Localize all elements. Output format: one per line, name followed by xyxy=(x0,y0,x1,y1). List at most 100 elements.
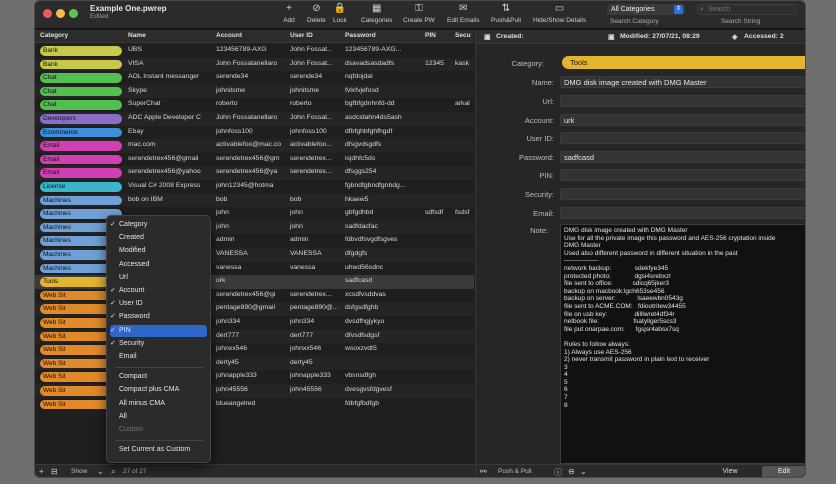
table-row[interactable]: Web Sit serendetrex456@gi serendetrex... xc… xyxy=(35,289,474,303)
info-icon[interactable]: ⓘ xyxy=(554,467,562,477)
menu-item[interactable]: Created xyxy=(107,232,210,245)
menu-item-label: Accessed xyxy=(119,260,150,268)
table-row[interactable]: Web Sit john334 john334 dvsdfhgjykyu xyxy=(35,316,474,330)
column-header[interactable]: User ID xyxy=(290,32,313,39)
table-row[interactable]: Web Sit johnapple333 johnapple333 vbsnsdfgh xyxy=(35,370,474,384)
userid-field[interactable] xyxy=(560,132,805,144)
table-row[interactable]: Machines admin admin fdbvdfsvgdfsgves xyxy=(35,234,474,248)
table-row[interactable]: License Visual C# 2008 Express john12345@h… xyxy=(35,180,474,194)
detail-panel: ▣ Created: ▣ Modified: 27/07/21, 08:29 ◈… xyxy=(475,30,805,477)
column-header[interactable]: Name xyxy=(128,32,146,39)
menu-item[interactable]: Compact xyxy=(107,371,210,384)
table-row[interactable]: Chat AOL Instant messanger serende34 serend… xyxy=(35,71,474,85)
note-line: DMG Master xyxy=(564,242,601,250)
search-input[interactable]: ⌕ Search xyxy=(697,4,797,15)
menu-item[interactable]: ✓ PIN xyxy=(110,324,207,338)
security-field[interactable] xyxy=(560,188,805,200)
column-header[interactable]: Password xyxy=(345,32,376,39)
table-row[interactable]: Web Sit john45556 john45556 dvesgvsfdgvesf xyxy=(35,384,474,398)
toolbar-button[interactable]: ▦ Categories xyxy=(361,3,392,24)
menu-item[interactable]: All xyxy=(107,411,210,424)
minimize-window-button[interactable] xyxy=(56,9,65,18)
table-row[interactable]: Chat SuperChat roberto roberto bgfbfgdnhnfd-… xyxy=(35,98,474,112)
chevron-down-icon[interactable]: ⌄ xyxy=(97,467,104,476)
close-window-button[interactable] xyxy=(43,9,52,18)
table-cell: kask xyxy=(455,59,469,67)
toolbar-button[interactable]: 🔒 Lock xyxy=(333,3,347,24)
account-field[interactable]: urk xyxy=(560,114,805,126)
table-cell: Visual C# 2008 Express xyxy=(128,182,201,189)
note-textarea[interactable]: DMG disk image created with DMG Master Us… xyxy=(560,224,805,464)
table-row[interactable]: Ecommerce Ebay johnfoss100 johnfoss100 dfbfg… xyxy=(35,126,474,140)
add-icon[interactable]: + xyxy=(39,467,44,476)
table-row[interactable]: Machines bob on IBM bob bob hkaew5 xyxy=(35,193,474,208)
email-field[interactable] xyxy=(560,207,805,219)
table-row[interactable]: Chat Skype johnitsme johnitsme fvlxfvjefosd xyxy=(35,84,474,99)
table-row[interactable]: Email serendetrex456@gmail serendetrex456@… xyxy=(35,153,474,167)
document-status: Edited xyxy=(90,13,109,20)
toolbar-icon: 🔒 xyxy=(333,3,347,14)
column-header[interactable]: PIN xyxy=(425,32,436,39)
menu-item[interactable]: Url xyxy=(107,272,210,285)
menu-item-label: Compact plus CMA xyxy=(119,386,180,394)
table-cell: VANESSA xyxy=(290,250,322,257)
toolbar-button[interactable]: ▭ Hide/Show Details xyxy=(533,3,586,24)
toolbar-button[interactable]: ⇅ Push&Pull xyxy=(491,3,521,24)
category-field[interactable]: Tools xyxy=(562,56,805,69)
toolbar-button[interactable]: + Add xyxy=(283,3,295,24)
table-row[interactable]: Machines john john gbfgdhbd sdfsdf fsdsf xyxy=(35,207,474,221)
menu-item[interactable]: ✓ Password xyxy=(107,311,210,324)
table-row[interactable]: Machinesacvanessavanessauhwd56sdnc xyxy=(35,262,474,276)
search-icon[interactable]: ⌕ xyxy=(111,467,115,477)
table-row[interactable]: Machines VANESSA VANESSA dfgdgfs xyxy=(35,248,474,262)
link-icon[interactable]: ⚯ xyxy=(480,467,487,476)
view-button[interactable]: View xyxy=(702,467,758,477)
zoom-window-button[interactable] xyxy=(69,9,78,18)
edit-button[interactable]: Edit xyxy=(762,466,805,477)
table-row[interactable]: Machines john john sadfdacfac xyxy=(35,220,474,235)
table-row[interactable]: Web Sit derty45 derty45 xyxy=(35,356,474,371)
column-header[interactable]: Category xyxy=(40,32,68,39)
toolbar-button[interactable]: ⚿ Create PW xyxy=(403,3,435,24)
eye-icon: ◈ xyxy=(732,34,738,41)
table-row[interactable]: Web Sit blueangelred fdbfgfbdfgb xyxy=(35,398,474,412)
menu-item[interactable]: ✓ Security xyxy=(107,338,210,351)
column-header[interactable]: Secu xyxy=(455,32,471,39)
list-header: Category Name Account User ID Password PIN Sec… xyxy=(35,30,474,43)
table-row[interactable]: Email serendetrex456@yahoo serendetrex456@… xyxy=(35,166,474,180)
pin-field[interactable] xyxy=(560,169,805,181)
minus-circle-icon[interactable]: ⊖ xyxy=(568,467,575,476)
menu-item[interactable]: ✓ User ID xyxy=(107,298,210,311)
category-select[interactable]: All Categories ⇕ xyxy=(607,4,685,15)
menu-item[interactable]: Compact plus CMA xyxy=(107,384,210,397)
chevron-down-icon[interactable]: ⌄ xyxy=(580,467,587,476)
password-field[interactable]: sadfcasd xyxy=(560,151,805,163)
column-header[interactable]: Account xyxy=(216,32,242,39)
show-menu-button[interactable]: Show xyxy=(71,468,87,475)
columns-icon[interactable]: ⊟ xyxy=(51,467,58,476)
url-field[interactable] xyxy=(560,95,805,107)
menu-item[interactable]: Email xyxy=(107,351,210,364)
name-field[interactable]: DMG disk image created with DMG Master xyxy=(560,76,805,88)
checkmark-icon: ✓ xyxy=(110,313,116,321)
table-row[interactable]: Web Sit dert777 dert777 dfvsdfsdgsf xyxy=(35,329,474,344)
table-cell: serendetrex456@gm xyxy=(216,154,280,162)
menu-item-label: PIN xyxy=(119,326,131,334)
table-row[interactable]: Bank UBS 123456789-AXG John Fossat... 123456… xyxy=(35,44,474,58)
menu-item[interactable]: Modified xyxy=(107,245,210,258)
push-pull-button[interactable]: Push & Pull xyxy=(498,468,532,475)
menu-item[interactable]: ✓ Category xyxy=(107,219,210,232)
menu-item[interactable]: Accessed xyxy=(107,259,210,272)
toolbar-button[interactable]: ✉ Edit Emails xyxy=(447,3,480,24)
toolbar-button[interactable]: ⊘ Delete xyxy=(307,3,326,24)
table-row[interactable]: Web Sit pentage890@gmail pentage890@... dsf… xyxy=(35,302,474,316)
menu-item[interactable]: ✓ Account xyxy=(107,285,210,298)
table-row[interactable]: Bank VISA John Fossatanellaro John Fossat..… xyxy=(35,57,474,72)
table-row[interactable]: Email mac.com activablefoo@mac.co activable… xyxy=(35,139,474,153)
table-cell: admin xyxy=(216,236,235,244)
table-row[interactable]: Web Sit johnxx546 johnxx546 wsoxzvdt5 xyxy=(35,343,474,357)
table-row[interactable]: Toolsge createdurksadfcasd xyxy=(35,275,474,289)
table-row[interactable]: Developers ADC Apple Developer C John Foss… xyxy=(35,112,474,126)
menu-item[interactable]: All minus CMA xyxy=(107,398,210,411)
menu-item[interactable]: Set Current as Custom xyxy=(107,444,210,457)
